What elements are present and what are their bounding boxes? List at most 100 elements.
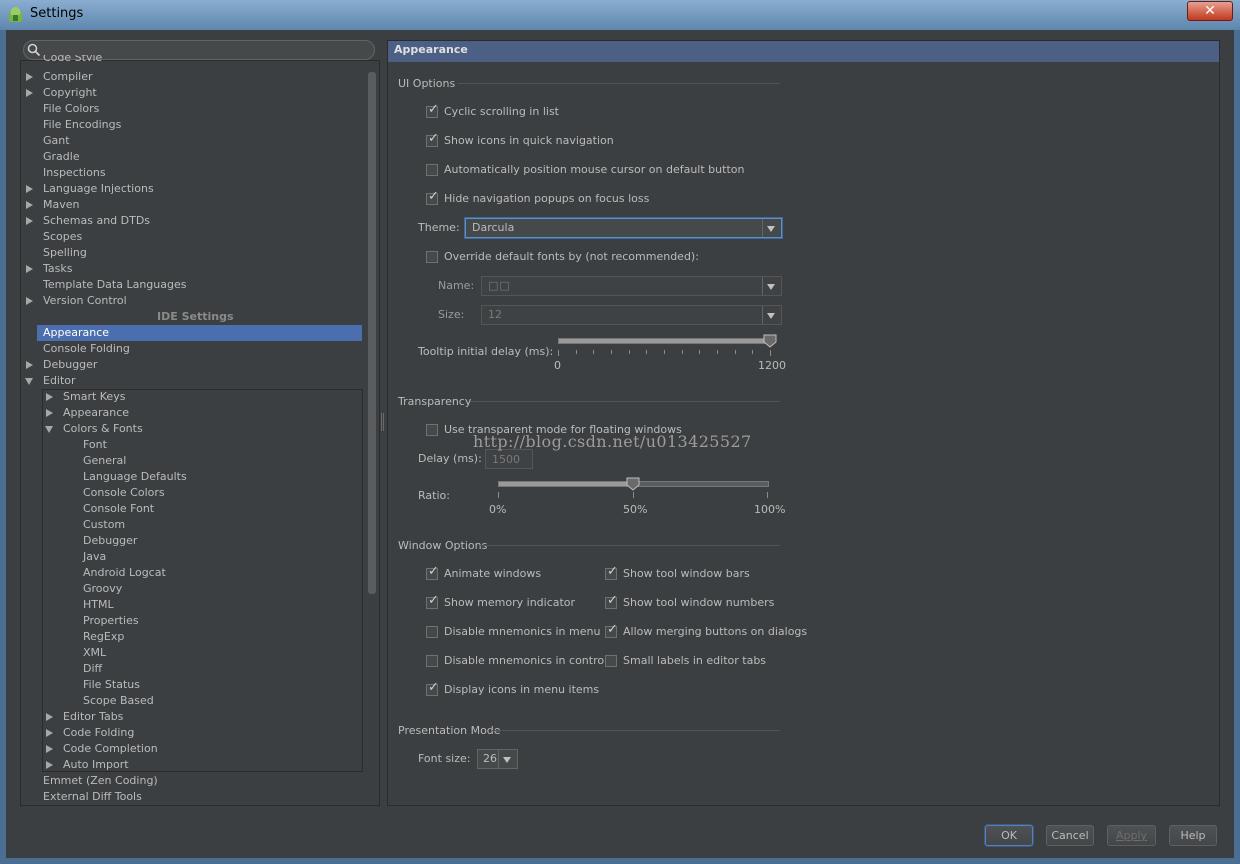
close-button[interactable]: ✕ <box>1187 1 1233 21</box>
window-option-left-2-checkbox[interactable] <box>426 626 438 638</box>
tree-item-colors-fonts-child[interactable]: RegExp <box>83 629 124 645</box>
ui-option-0-label: Cyclic scrolling in list <box>444 105 559 118</box>
tree-item-project[interactable]: Version Control <box>43 293 127 309</box>
tree-item-colors-fonts-child[interactable]: Diff <box>83 661 102 677</box>
tree-item-project[interactable]: Maven <box>43 197 79 213</box>
tree-item-colors-fonts-child[interactable]: HTML <box>83 597 114 613</box>
tree-item-ide[interactable]: Debugger <box>43 357 97 373</box>
expand-arrow-icon[interactable] <box>26 217 33 225</box>
tree-item-editor-child[interactable]: Colors & Fonts <box>63 421 143 437</box>
ui-option-3-checkbox[interactable]: ✓ <box>426 190 439 205</box>
expand-arrow-icon[interactable] <box>26 73 33 81</box>
tree-item-project[interactable]: Compiler <box>43 69 93 85</box>
theme-combo[interactable]: Darcula <box>465 218 782 238</box>
expand-arrow-icon[interactable] <box>46 745 53 753</box>
tree-item-ide[interactable]: Console Folding <box>43 341 130 357</box>
expand-arrow-icon[interactable] <box>46 729 53 737</box>
ok-button[interactable]: OK <box>985 825 1033 846</box>
tree-item-project[interactable]: Spelling <box>43 245 87 261</box>
slider-thumb-icon[interactable] <box>763 334 777 348</box>
tree-item-colors-fonts-child[interactable]: XML <box>83 645 106 661</box>
tree-item-editor-child[interactable]: Code Completion <box>63 741 158 757</box>
slider-track[interactable] <box>558 338 772 344</box>
expand-arrow-icon[interactable] <box>46 761 53 769</box>
tree-scrollbar[interactable] <box>368 72 376 594</box>
expand-arrow-icon[interactable] <box>26 185 33 193</box>
window-option-right-2-checkbox[interactable]: ✓ <box>605 623 618 638</box>
tree-item-editor-child[interactable]: Code Folding <box>63 725 134 741</box>
expand-arrow-icon[interactable] <box>26 265 33 273</box>
ui-option-1-checkbox[interactable]: ✓ <box>426 132 439 147</box>
tree-item-project[interactable]: Tasks <box>43 261 72 277</box>
expand-arrow-icon[interactable] <box>46 713 53 721</box>
slider-thumb-icon[interactable] <box>626 477 640 491</box>
tree-item-project[interactable]: File Colors <box>43 101 99 117</box>
tree-item-colors-fonts-child[interactable]: Console Colors <box>83 485 165 501</box>
tree-item-editor-child[interactable]: Smart Keys <box>63 389 125 405</box>
slider-tick <box>770 350 771 356</box>
tree-item-colors-fonts-child[interactable]: Scope Based <box>83 693 154 709</box>
tree-item-project[interactable]: Copyright <box>43 85 97 101</box>
tree-item-ide[interactable]: Emmet (Zen Coding) <box>43 773 158 789</box>
override-fonts-checkbox[interactable] <box>426 251 438 263</box>
tree-item-clipped[interactable]: Code Style <box>43 55 102 61</box>
theme-label: Theme: <box>418 221 460 234</box>
window-option-right-3-checkbox[interactable] <box>605 655 617 667</box>
expand-arrow-icon[interactable] <box>26 297 33 305</box>
tree-item-project[interactable]: Gant <box>43 133 70 149</box>
tree-item-ide[interactable]: Editor <box>43 373 76 389</box>
check-icon: ✓ <box>428 593 439 608</box>
expand-arrow-icon[interactable] <box>46 393 53 401</box>
tree-item-project[interactable]: Inspections <box>43 165 106 181</box>
tree-item-editor-child[interactable]: Editor Tabs <box>63 709 123 725</box>
tree-item-project[interactable]: Template Data Languages <box>43 277 186 293</box>
transparent-mode-checkbox[interactable] <box>426 424 438 436</box>
tree-item-colors-fonts-child[interactable]: Groovy <box>83 581 122 597</box>
window-option-left-3-checkbox[interactable] <box>426 655 438 667</box>
tree-item-colors-fonts-child[interactable]: Debugger <box>83 533 137 549</box>
tree-item-ide[interactable]: External Diff Tools <box>43 789 142 805</box>
tree-item-project[interactable]: Schemas and DTDs <box>43 213 150 229</box>
cancel-button[interactable]: Cancel <box>1046 825 1094 846</box>
collapse-arrow-icon[interactable] <box>25 378 33 385</box>
separator <box>480 545 780 546</box>
tree-item-project[interactable]: Scopes <box>43 229 82 245</box>
window-option-right-1-checkbox[interactable]: ✓ <box>605 594 618 609</box>
collapse-arrow-icon[interactable] <box>45 426 53 433</box>
tree-item-appearance-selected[interactable]: Appearance <box>43 325 109 341</box>
font-name-combo[interactable]: □□ <box>481 276 782 296</box>
presentation-font-size-combo[interactable]: 26 <box>477 749 518 769</box>
expand-arrow-icon[interactable] <box>26 361 33 369</box>
tree-item-colors-fonts-child[interactable]: Properties <box>83 613 139 629</box>
ui-option-0-checkbox[interactable]: ✓ <box>426 103 439 118</box>
tree-item-colors-fonts-child[interactable]: Console Font <box>83 501 154 517</box>
expand-arrow-icon[interactable] <box>26 201 33 209</box>
ui-option-2-checkbox[interactable] <box>426 164 438 176</box>
tree-item-colors-fonts-child[interactable]: Android Logcat <box>83 565 166 581</box>
tree-item-colors-fonts-child[interactable]: File Status <box>83 677 140 693</box>
window-option-right-0-checkbox[interactable]: ✓ <box>605 565 618 580</box>
tree-item-colors-fonts-child[interactable]: Java <box>83 549 106 565</box>
expand-arrow-icon[interactable] <box>46 409 53 417</box>
tree-item-editor-child[interactable]: Appearance <box>63 405 129 421</box>
tree-item-editor-child[interactable]: Auto Import <box>63 757 129 773</box>
help-button[interactable]: Help <box>1169 825 1217 846</box>
apply-button[interactable]: Apply <box>1107 825 1156 846</box>
window-option-left-0-checkbox[interactable]: ✓ <box>426 565 439 580</box>
window-option-right-2-label: Allow merging buttons on dialogs <box>623 625 808 638</box>
tooltip-min-label: 0 <box>554 359 561 372</box>
window-option-left-1-checkbox[interactable]: ✓ <box>426 593 439 609</box>
font-size-combo[interactable]: 12 <box>481 305 782 325</box>
expand-arrow-icon[interactable] <box>26 89 33 97</box>
tree-item-colors-fonts-child[interactable]: Language Defaults <box>83 469 187 485</box>
tree-item-project[interactable]: Gradle <box>43 149 80 165</box>
tree-item-colors-fonts-child[interactable]: Custom <box>83 517 125 533</box>
delay-field[interactable]: 1500 <box>485 449 533 469</box>
transparency-title: Transparency <box>398 395 472 408</box>
tree-item-colors-fonts-child[interactable]: Font <box>83 437 107 453</box>
tree-item-project[interactable]: File Encodings <box>43 117 121 133</box>
window-option-left-4-checkbox[interactable]: ✓ <box>426 681 439 696</box>
splitter-grip-icon[interactable] <box>381 413 384 431</box>
tree-item-colors-fonts-child[interactable]: General <box>83 453 126 469</box>
tree-item-project[interactable]: Language Injections <box>43 181 154 197</box>
